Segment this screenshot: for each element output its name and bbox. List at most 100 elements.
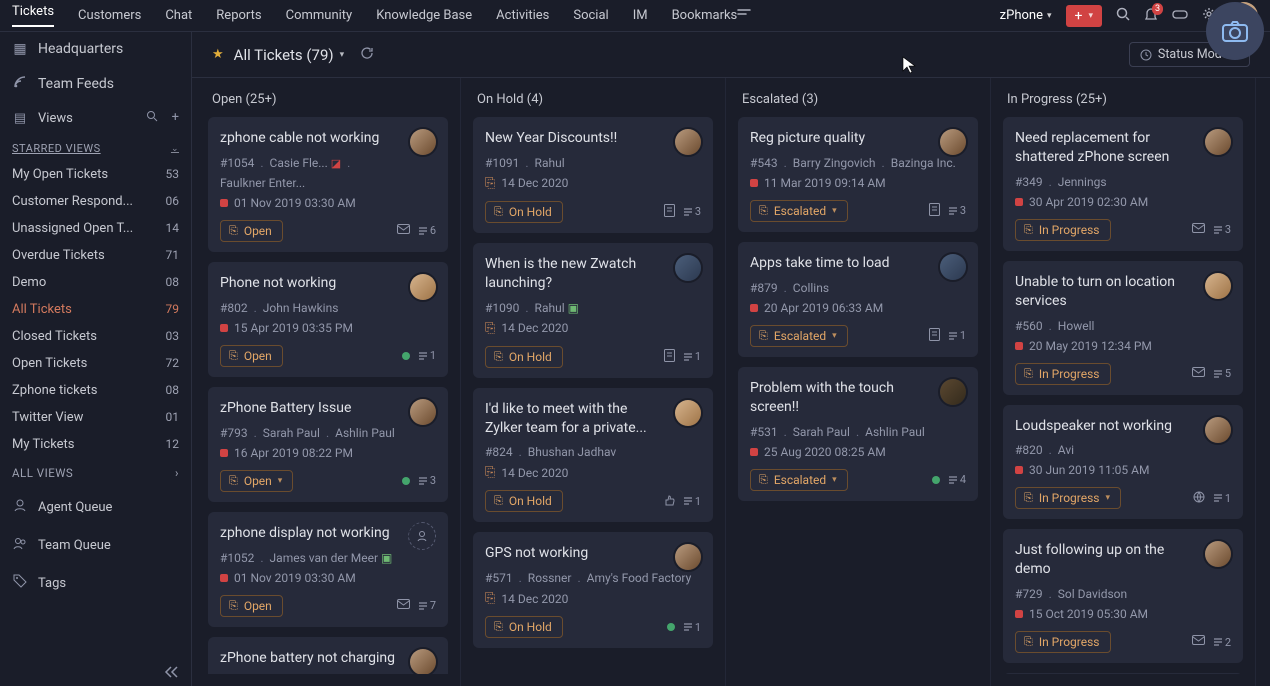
ticket-card[interactable]: When is the new Zwatch launching?#1090.R… [473, 243, 713, 378]
view-item[interactable]: All Tickets79 [0, 296, 191, 323]
column-header: Open (25+) [208, 88, 452, 117]
brand-selector[interactable]: zPhone▾ [1000, 8, 1052, 23]
status-pill[interactable]: ⎘Open [220, 220, 283, 242]
assignee-avatar[interactable] [938, 252, 968, 282]
view-item[interactable]: Closed Tickets03 [0, 323, 191, 350]
assignee-avatar[interactable] [673, 253, 703, 283]
ticket-card[interactable]: Apps take time to load#879.Collins20 Apr… [738, 242, 978, 357]
ticket-card[interactable]: Loudspeaker not working#820.Avi30 Jun 20… [1003, 405, 1243, 520]
link-icon: ⎘ [759, 204, 768, 218]
status-pill[interactable]: ⎘Open [220, 595, 283, 617]
assignee-avatar[interactable] [673, 542, 703, 572]
sidebar-headquarters[interactable]: ▦ Headquarters [0, 32, 191, 66]
ticket-card[interactable]: zphone display not working#1052.James va… [208, 512, 448, 627]
ticket-card[interactable]: Reg picture quality#543.Barry Zingovich.… [738, 117, 978, 232]
ticket-card[interactable]: Just following up on the demo#729.Sol Da… [1003, 529, 1243, 663]
assignee-avatar[interactable] [938, 377, 968, 407]
view-count: 71 [166, 248, 180, 263]
status-pill[interactable]: ⎘In Progress ▾ [1015, 487, 1121, 509]
sidebar-agent-queue[interactable]: Agent Queue [0, 488, 191, 526]
status-pill[interactable]: ⎘Open ▾ [220, 470, 293, 492]
view-add-icon[interactable]: + [172, 110, 179, 126]
view-item[interactable]: My Open Tickets53 [0, 161, 191, 188]
ticket-card[interactable]: New Year Discounts!!#1091.Rahul⎘14 Dec 2… [473, 117, 713, 233]
topnav-im[interactable]: IM [633, 8, 648, 23]
notification-icon[interactable]: 3 [1144, 7, 1158, 25]
topnav-community[interactable]: Community [286, 8, 353, 23]
view-item[interactable]: Overdue Tickets71 [0, 242, 191, 269]
sidebar-team-queue[interactable]: Team Queue [0, 526, 191, 564]
assignee-avatar[interactable] [408, 127, 438, 157]
status-pill[interactable]: ⎘On Hold [485, 616, 563, 638]
view-title[interactable]: All Tickets (79)▾ [234, 46, 345, 64]
assignee-avatar[interactable] [1203, 127, 1233, 157]
topnav-customers[interactable]: Customers [78, 8, 141, 23]
ticket-card[interactable]: GPS not working#571.Rossner.Amy's Food F… [473, 532, 713, 648]
ticket-title: zPhone battery not charging [220, 649, 436, 668]
assignee-avatar[interactable] [408, 272, 438, 302]
view-item[interactable]: Unassigned Open T...14 [0, 215, 191, 242]
gamepad-icon[interactable] [1172, 8, 1188, 24]
topnav-reports[interactable]: Reports [216, 8, 261, 23]
ticket-card[interactable]: I'd like to meet with the Zylker team fo… [473, 388, 713, 523]
ticket-card[interactable]: Phone not working#802.John Hawkins15 Apr… [208, 262, 448, 377]
assignee-avatar[interactable] [1203, 271, 1233, 301]
sidebar-team-feeds[interactable]: Team Feeds [0, 66, 191, 102]
ticket-card[interactable]: Unable to turn on location services#560.… [1003, 261, 1243, 395]
view-item[interactable]: Open Tickets72 [0, 350, 191, 377]
ticket-card[interactable]: zphone cable not working#1054.Casie Fle.… [208, 117, 448, 252]
starred-views-header[interactable]: STARRED VIEWS ⌄ [0, 134, 191, 161]
view-item[interactable]: Customer Respond...06 [0, 188, 191, 215]
status-pill[interactable]: ⎘In Progress [1015, 631, 1111, 653]
status-pill[interactable]: ⎘On Hold [485, 201, 563, 223]
ticket-card[interactable]: zPhone Battery Issue#793.Sarah Paul.Ashl… [208, 387, 448, 502]
topnav-social[interactable]: Social [573, 8, 608, 23]
status-pill[interactable]: ⎘On Hold [485, 346, 563, 368]
topnav-chat[interactable]: Chat [165, 8, 192, 23]
status-pill[interactable]: ⎘Escalated ▾ [750, 469, 848, 491]
topnav-tickets[interactable]: Tickets [12, 4, 54, 27]
ticket-date: 20 Apr 2019 06:33 AM [750, 301, 966, 315]
ticket-title: Unable to turn on location services [1015, 273, 1231, 311]
link-icon: ⎘ [759, 473, 768, 487]
screenshot-tool-icon[interactable] [1206, 2, 1264, 60]
all-views-header[interactable]: ALL VIEWS › [0, 458, 191, 488]
view-item[interactable]: Twitter View01 [0, 404, 191, 431]
search-icon[interactable] [1116, 7, 1130, 25]
assignee-avatar[interactable] [408, 397, 438, 427]
assignee-avatar[interactable] [408, 647, 438, 674]
view-item[interactable]: Zphone tickets08 [0, 377, 191, 404]
status-pill[interactable]: ⎘Escalated ▾ [750, 325, 848, 347]
status-pill[interactable]: ⎘On Hold [485, 490, 563, 512]
view-item[interactable]: Demo08 [0, 269, 191, 296]
topnav-activities[interactable]: Activities [496, 8, 549, 23]
status-pill[interactable]: ⎘In Progress [1015, 219, 1111, 241]
ticket-card[interactable]: zPhone display flickers#900 [1003, 673, 1243, 674]
assignee-avatar[interactable] [1203, 415, 1233, 445]
status-pill[interactable]: ⎘In Progress [1015, 363, 1111, 385]
ticket-card[interactable]: Problem with the touch screen!!#531.Sara… [738, 367, 978, 501]
topnav-knowledge-base[interactable]: Knowledge Base [376, 8, 472, 23]
assignee-avatar[interactable] [938, 127, 968, 157]
star-icon[interactable]: ★ [212, 47, 224, 62]
overflow-icon[interactable] [737, 8, 751, 24]
collapse-sidebar-icon[interactable] [0, 658, 191, 686]
view-item[interactable]: My Tickets12 [0, 431, 191, 458]
topnav-bookmarks[interactable]: Bookmarks [672, 8, 738, 23]
sidebar-tags[interactable]: Tags [0, 564, 191, 602]
ticket-card[interactable]: Need replacement for shattered zPhone sc… [1003, 117, 1243, 251]
refresh-icon[interactable] [360, 46, 374, 64]
add-button[interactable]: + ▾ [1066, 5, 1102, 27]
ticket-date: 15 Oct 2019 05:30 AM [1015, 607, 1231, 621]
thread-count: 1 [948, 329, 966, 342]
view-search-icon[interactable] [146, 110, 158, 126]
status-pill[interactable]: ⎘Escalated ▾ [750, 200, 848, 222]
ticket-card[interactable]: zPhone battery not charging#807.Jacob Mc… [208, 637, 448, 674]
mail-icon [1192, 223, 1205, 237]
status-pill[interactable]: ⎘Open [220, 345, 283, 367]
link-icon: ⎘ [1024, 635, 1033, 649]
sidebar-views[interactable]: ▤ Views + [0, 102, 191, 134]
assignee-avatar[interactable] [673, 127, 703, 157]
assignee-avatar[interactable] [673, 398, 703, 428]
assign-avatar[interactable] [408, 522, 438, 552]
